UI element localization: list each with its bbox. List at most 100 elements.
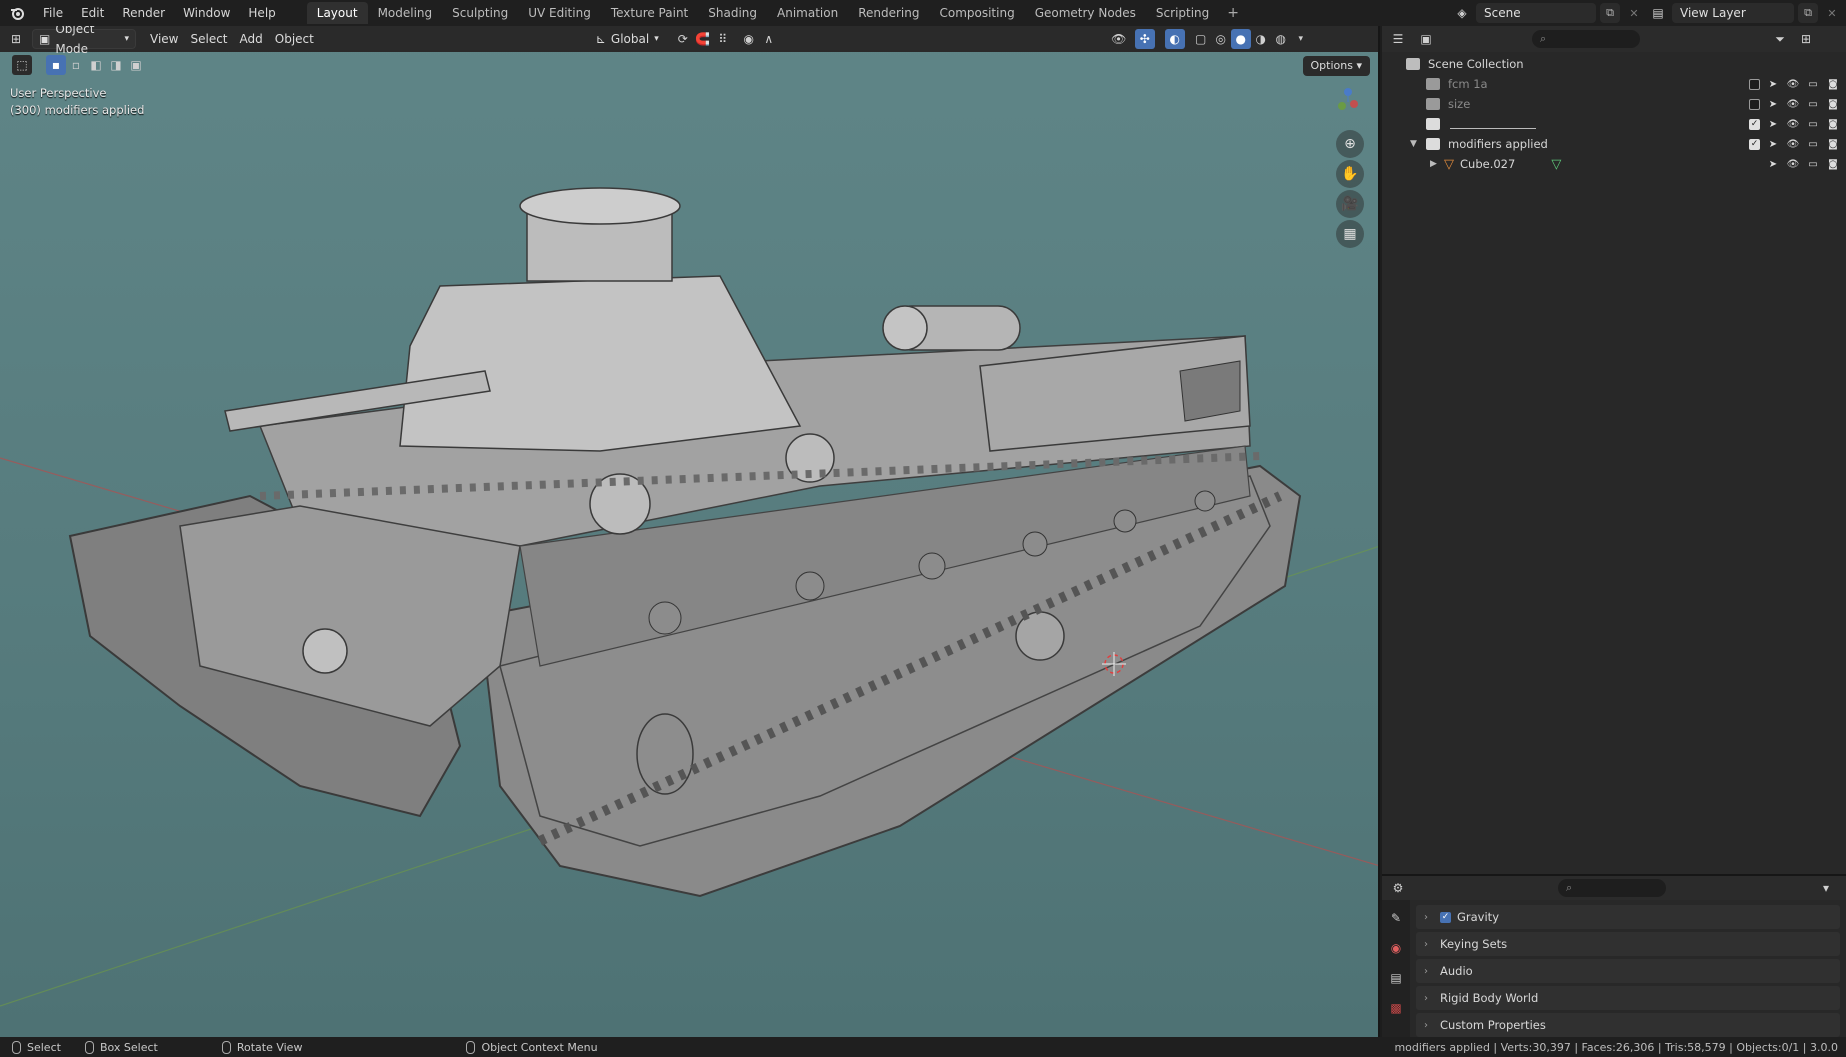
blender-logo-icon[interactable] bbox=[0, 0, 34, 26]
select-new-icon[interactable]: ▪ bbox=[46, 55, 66, 75]
expand-chevron-icon[interactable]: ▶ bbox=[1430, 159, 1440, 169]
3d-viewport[interactable]: ⊞ ▣ Object Mode ▾ View Select Add Object… bbox=[0, 26, 1380, 1037]
shading-options-icon[interactable]: ▾ bbox=[1291, 29, 1311, 49]
add-workspace-icon[interactable]: + bbox=[1219, 5, 1247, 21]
tab-texture-paint[interactable]: Texture Paint bbox=[601, 2, 698, 24]
select-invert-icon[interactable]: ◨ bbox=[106, 55, 126, 75]
panel-audio[interactable]: › Audio bbox=[1416, 959, 1840, 983]
outliner-row[interactable]: ▼ modifiers applied ✓ ➤ 👁 ▭ ◙ bbox=[1382, 134, 1846, 154]
transform-orientation-dropdown[interactable]: ⊾ Global ▾ bbox=[590, 29, 665, 49]
delete-view-layer-icon[interactable]: ✕ bbox=[1822, 3, 1842, 23]
mode-dropdown[interactable]: ▣ Object Mode ▾ bbox=[32, 26, 136, 56]
collection-tab-icon[interactable]: ▤ bbox=[1386, 968, 1406, 988]
tab-compositing[interactable]: Compositing bbox=[929, 2, 1024, 24]
tab-rendering[interactable]: Rendering bbox=[848, 2, 929, 24]
render-camera-icon[interactable]: ◙ bbox=[1826, 117, 1840, 131]
panel-gravity[interactable]: › ✓ Gravity bbox=[1416, 905, 1840, 929]
select-extend-icon[interactable]: ▫ bbox=[66, 55, 86, 75]
editor-type-icon[interactable]: ⊞ bbox=[6, 29, 26, 49]
scene-icon[interactable]: ◈ bbox=[1452, 3, 1472, 23]
visibility-selectability-icon[interactable]: 👁 bbox=[1109, 29, 1129, 49]
outliner-row[interactable]: ✓ ➤ 👁 ▭ ◙ bbox=[1382, 114, 1846, 134]
tab-scripting[interactable]: Scripting bbox=[1146, 2, 1219, 24]
viewport-menu-add[interactable]: Add bbox=[234, 29, 269, 49]
render-camera-icon[interactable]: ◙ bbox=[1826, 137, 1840, 151]
render-camera-icon[interactable]: ◙ bbox=[1826, 157, 1840, 171]
viewport-monitor-icon[interactable]: ▭ bbox=[1806, 77, 1820, 91]
menu-render[interactable]: Render bbox=[113, 0, 174, 26]
select-tool-icon[interactable]: ⬚ bbox=[12, 55, 32, 75]
world-tab-icon[interactable]: ◉ bbox=[1386, 938, 1406, 958]
display-mode-icon[interactable]: ▣ bbox=[1416, 29, 1436, 49]
xray-toggle-icon[interactable]: ▢ bbox=[1191, 29, 1211, 49]
viewport-monitor-icon[interactable]: ▭ bbox=[1806, 157, 1820, 171]
delete-scene-icon[interactable]: ✕ bbox=[1624, 3, 1644, 23]
outliner-search-input[interactable]: ⌕ bbox=[1532, 30, 1640, 48]
properties-search-input[interactable]: ⌕ bbox=[1558, 879, 1666, 897]
exclude-checkbox[interactable] bbox=[1749, 98, 1760, 110]
ortho-grid-icon[interactable]: ▦ bbox=[1336, 220, 1364, 248]
new-scene-icon[interactable]: ⧉ bbox=[1600, 3, 1620, 23]
pivot-point-icon[interactable]: ⟳ bbox=[673, 29, 693, 49]
solid-shading-icon[interactable]: ● bbox=[1230, 29, 1251, 49]
selectable-arrow-icon[interactable]: ➤ bbox=[1766, 97, 1780, 111]
menu-edit[interactable]: Edit bbox=[72, 0, 113, 26]
new-view-layer-icon[interactable]: ⧉ bbox=[1798, 3, 1818, 23]
render-camera-icon[interactable]: ◙ bbox=[1826, 97, 1840, 111]
pan-hand-icon[interactable]: ✋ bbox=[1336, 160, 1364, 188]
tool-tab-icon[interactable]: ✎ bbox=[1386, 908, 1406, 928]
texture-tab-icon[interactable]: ▩ bbox=[1386, 998, 1406, 1018]
overlay-toggle-icon[interactable]: ◐ bbox=[1164, 29, 1185, 49]
visibility-eye-icon[interactable]: 👁 bbox=[1786, 157, 1800, 171]
panel-keying-sets[interactable]: › Keying Sets bbox=[1416, 932, 1840, 956]
gizmo-toggle-icon[interactable]: ✣ bbox=[1134, 29, 1155, 49]
camera-view-icon[interactable]: 🎥 bbox=[1336, 190, 1364, 218]
selectable-arrow-icon[interactable]: ➤ bbox=[1766, 157, 1780, 171]
selectable-arrow-icon[interactable]: ➤ bbox=[1766, 117, 1780, 131]
view-layer-field[interactable]: View Layer bbox=[1672, 3, 1794, 23]
visibility-eye-icon[interactable]: 👁 bbox=[1786, 77, 1800, 91]
zoom-icon[interactable]: ⊕ bbox=[1336, 130, 1364, 158]
material-preview-icon[interactable]: ◑ bbox=[1251, 29, 1271, 49]
viewport-monitor-icon[interactable]: ▭ bbox=[1806, 117, 1820, 131]
proportional-editing-icon[interactable]: ◉ bbox=[739, 29, 759, 49]
tab-shading[interactable]: Shading bbox=[698, 2, 767, 24]
viewport-monitor-icon[interactable]: ▭ bbox=[1806, 137, 1820, 151]
exclude-checkbox[interactable]: ✓ bbox=[1749, 118, 1760, 130]
filter-icon[interactable]: ⏷ bbox=[1770, 29, 1790, 49]
expand-chevron-icon[interactable]: ▼ bbox=[1410, 139, 1420, 149]
wireframe-shading-icon[interactable]: ◎ bbox=[1211, 29, 1231, 49]
exclude-checkbox[interactable]: ✓ bbox=[1749, 138, 1760, 150]
falloff-icon[interactable]: ∧ bbox=[759, 29, 779, 49]
scene-collection-row[interactable]: Scene Collection bbox=[1382, 54, 1846, 74]
viewport-monitor-icon[interactable]: ▭ bbox=[1806, 97, 1820, 111]
options-dropdown[interactable]: Options ▾ bbox=[1302, 56, 1370, 76]
snap-toggle-icon[interactable]: 🧲 bbox=[693, 29, 713, 49]
visibility-eye-icon[interactable]: 👁 bbox=[1786, 97, 1800, 111]
tab-modeling[interactable]: Modeling bbox=[368, 2, 443, 24]
tab-sculpting[interactable]: Sculpting bbox=[442, 2, 518, 24]
view-layer-icon[interactable]: ▤ bbox=[1648, 3, 1668, 23]
viewport-menu-select[interactable]: Select bbox=[184, 29, 233, 49]
gravity-checkbox[interactable]: ✓ bbox=[1440, 911, 1451, 923]
selectable-arrow-icon[interactable]: ➤ bbox=[1766, 77, 1780, 91]
chevron-down-icon[interactable]: ▾ bbox=[1816, 878, 1836, 898]
properties-editor-type-icon[interactable]: ⚙ bbox=[1388, 878, 1408, 898]
menu-file[interactable]: File bbox=[34, 0, 72, 26]
rendered-shading-icon[interactable]: ◍ bbox=[1271, 29, 1291, 49]
viewport-menu-view[interactable]: View bbox=[144, 29, 184, 49]
scene-name-field[interactable]: Scene bbox=[1476, 3, 1596, 23]
menu-help[interactable]: Help bbox=[239, 0, 284, 26]
panel-custom-properties[interactable]: › Custom Properties bbox=[1416, 1013, 1840, 1037]
outliner-row[interactable]: size ➤ 👁 ▭ ◙ bbox=[1382, 94, 1846, 114]
outliner-editor-type-icon[interactable]: ☰ bbox=[1388, 29, 1408, 49]
axis-gizmo[interactable] bbox=[1332, 84, 1362, 114]
panel-rigid-body-world[interactable]: › Rigid Body World bbox=[1416, 986, 1840, 1010]
select-intersect-icon[interactable]: ▣ bbox=[126, 55, 146, 75]
visibility-eye-icon[interactable]: 👁 bbox=[1786, 137, 1800, 151]
tab-uv-editing[interactable]: UV Editing bbox=[518, 2, 601, 24]
render-camera-icon[interactable]: ◙ bbox=[1826, 77, 1840, 91]
menu-window[interactable]: Window bbox=[174, 0, 239, 26]
tank-mesh[interactable] bbox=[68, 187, 1302, 898]
outliner-row[interactable]: ▶ ▽ Cube.027 ▽ ➤ 👁 ▭ ◙ bbox=[1382, 154, 1846, 174]
